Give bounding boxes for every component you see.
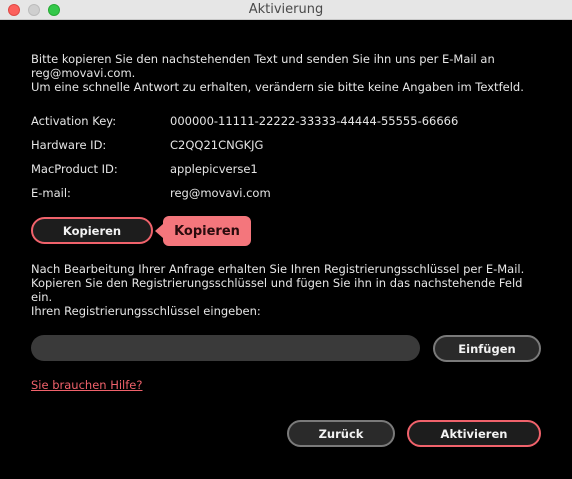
instructions-line: Nach Bearbeitung Ihrer Anfrage erhalten … — [31, 262, 525, 276]
hardware-id-value: C2QQ21CNGKJG — [170, 138, 264, 152]
email-value: reg@movavi.com — [170, 186, 271, 200]
email-label: E-mail: — [31, 186, 71, 200]
paste-button[interactable]: Einfügen — [433, 335, 541, 362]
mac-product-id-value: applepicverse1 — [170, 162, 258, 176]
activation-dialog: Bitte kopieren Sie den nachstehenden Tex… — [0, 20, 572, 479]
intro-line: Bitte kopieren Sie den nachstehenden Tex… — [31, 52, 495, 66]
copy-tooltip: Kopieren — [155, 216, 251, 246]
zoom-window-icon[interactable] — [48, 4, 60, 16]
minimize-window-icon[interactable] — [28, 4, 40, 16]
help-link[interactable]: Sie brauchen Hilfe? — [31, 378, 143, 392]
instructions-line: ein. — [31, 290, 53, 304]
activate-button[interactable]: Aktivieren — [407, 420, 541, 447]
instructions-text: Nach Bearbeitung Ihrer Anfrage erhalten … — [31, 262, 524, 318]
window-titlebar: Aktivierung — [0, 0, 572, 20]
instructions-line: Kopieren Sie den Registrierungsschlüssel… — [31, 276, 523, 290]
intro-line: reg@movavi.com. — [31, 66, 136, 80]
instructions-line: Ihren Registrierungsschlüssel eingeben: — [31, 304, 261, 318]
close-window-icon[interactable] — [8, 4, 20, 16]
mac-product-id-label: MacProduct ID: — [31, 162, 118, 176]
back-button[interactable]: Zurück — [287, 420, 395, 447]
hardware-id-label: Hardware ID: — [31, 138, 107, 152]
activation-key-value: 000000-11111-22222-33333-44444-55555-666… — [170, 114, 459, 128]
window-controls — [8, 4, 60, 16]
window-title: Aktivierung — [248, 2, 324, 17]
intro-text: Bitte kopieren Sie den nachstehenden Tex… — [31, 52, 524, 94]
copy-button[interactable]: Kopieren — [31, 217, 153, 244]
registration-key-input[interactable] — [31, 335, 420, 361]
activation-key-label: Activation Key: — [31, 114, 117, 128]
intro-line: Um eine schnelle Antwort zu erhalten, ve… — [31, 80, 524, 94]
